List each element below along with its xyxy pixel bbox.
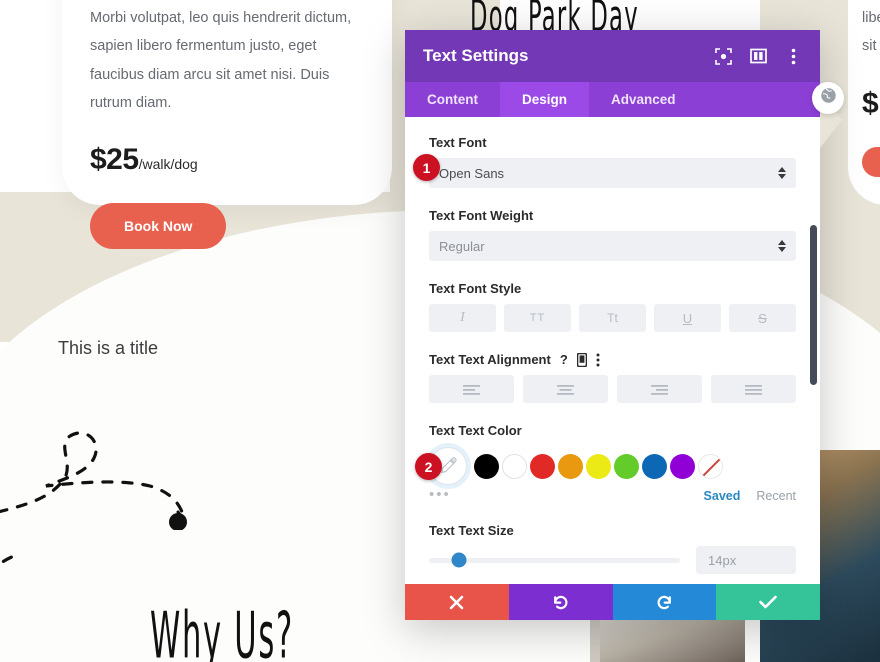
cancel-button[interactable] (405, 584, 509, 620)
saved-colors-link[interactable]: Saved (704, 489, 741, 503)
dashed-path-doodle-2 (0, 554, 16, 566)
swatch-orange[interactable] (558, 453, 583, 479)
modal-header: Text Settings (405, 30, 820, 82)
swatch-yellow[interactable] (586, 453, 611, 479)
globe-badge[interactable] (812, 82, 844, 114)
pricing-row: $25 /walk/dog (90, 143, 364, 177)
swatch-green[interactable] (614, 453, 639, 479)
book-now-button[interactable]: Book Now (90, 203, 227, 250)
align-left-button[interactable] (429, 375, 514, 403)
label-text-color: Text Text Color (429, 423, 522, 438)
swatch-white[interactable] (502, 453, 527, 479)
dog-photo-bottom (600, 620, 745, 662)
swatch-black[interactable] (474, 453, 499, 479)
label-text-alignment: Text Text Alignment (429, 352, 551, 367)
panel-scrollbar[interactable] (810, 225, 817, 385)
label-text-font: Text Font (429, 135, 487, 150)
swatch-purple[interactable] (670, 453, 695, 479)
select-text-font-value: Open Sans (439, 165, 505, 181)
page-heading-whyus: Why Us? (150, 600, 294, 662)
field-text-color: Text Text Color 2 ••• Saved Recent (415, 423, 796, 503)
text-settings-modal: Text Settings Content Design Advanced Te… (405, 30, 820, 620)
pricing-card: Morbi volutpat, leo quis hendrerit dictu… (62, 0, 392, 250)
globe-icon (820, 87, 837, 109)
more-vertical-icon[interactable] (784, 47, 802, 65)
modal-tabs: Content Design Advanced (405, 82, 820, 117)
swatch-red[interactable] (530, 453, 555, 479)
price-unit: /walk/dog (138, 156, 198, 173)
field-text-alignment: Text Text Alignment ? (429, 352, 796, 403)
text-size-slider[interactable] (429, 552, 680, 568)
redo-icon (656, 594, 673, 611)
color-more-dots[interactable]: ••• (429, 486, 451, 503)
redo-button[interactable] (612, 584, 717, 620)
text-size-slider-knob[interactable] (451, 552, 467, 568)
tab-advanced[interactable]: Advanced (589, 82, 698, 117)
select-text-font-weight-value: Regular (439, 238, 485, 254)
modal-title: Text Settings (423, 46, 529, 65)
help-icon[interactable]: ? (560, 352, 568, 367)
label-text-size: Text Text Size (429, 523, 514, 538)
align-center-button[interactable] (523, 375, 608, 403)
chevron-updown-icon (778, 167, 786, 179)
align-justify-button[interactable] (711, 375, 796, 403)
pricing-card-description: Morbi volutpat, leo quis hendrerit dictu… (90, 10, 352, 111)
align-right-button[interactable] (617, 375, 702, 403)
underline-button[interactable]: U (654, 304, 721, 332)
uppercase-button[interactable]: TT (504, 304, 571, 332)
tab-design[interactable]: Design (500, 82, 590, 117)
modal-body: Text Font 1 Open Sans Text Font Weight R… (405, 117, 820, 584)
tab-content[interactable]: Content (405, 82, 500, 117)
select-text-font[interactable]: Open Sans (429, 158, 796, 188)
price-amount-right: $ (862, 86, 879, 120)
step-badge-2: 2 (415, 453, 442, 480)
save-button[interactable] (716, 584, 820, 620)
pricing-card-right: libe sit $ (848, 0, 880, 205)
italic-button[interactable]: I (429, 304, 496, 332)
chevron-updown-icon (778, 240, 786, 252)
swatch-none[interactable] (698, 453, 723, 479)
field-text-font-weight: Text Font Weight Regular (429, 208, 796, 261)
undo-button[interactable] (508, 584, 613, 620)
dashed-path-doodle (0, 431, 187, 530)
recent-colors-link[interactable]: Recent (756, 489, 796, 503)
step-badge-1: 1 (413, 154, 440, 181)
book-now-button-right[interactable] (862, 146, 880, 177)
field-text-font: Text Font 1 Open Sans (413, 135, 796, 188)
layout-columns-icon[interactable] (749, 47, 767, 65)
field-text-size: Text Text Size 14px (429, 523, 796, 574)
check-icon (759, 595, 777, 609)
mobile-icon[interactable] (576, 352, 587, 367)
undo-icon (552, 594, 569, 611)
pricing-card-right-line2: sit (862, 38, 877, 55)
field-text-font-style: Text Font Style I TT Tt U S (429, 281, 796, 332)
price-amount: $25 (90, 143, 139, 177)
swatch-blue[interactable] (642, 453, 667, 479)
label-text-font-style: Text Font Style (429, 281, 522, 296)
pricing-card-right-line1: libe (862, 10, 880, 26)
page-title-text: This is a title (58, 338, 159, 358)
more-vertical-icon[interactable] (596, 353, 600, 367)
select-text-font-weight[interactable]: Regular (429, 231, 796, 261)
text-size-value-input[interactable]: 14px (696, 546, 796, 574)
close-icon (449, 595, 464, 610)
label-text-font-weight: Text Font Weight (429, 208, 534, 223)
strikethrough-button[interactable]: S (729, 304, 796, 332)
capitalize-button[interactable]: Tt (579, 304, 646, 332)
focus-icon[interactable] (714, 47, 732, 65)
modal-footer (405, 584, 820, 620)
